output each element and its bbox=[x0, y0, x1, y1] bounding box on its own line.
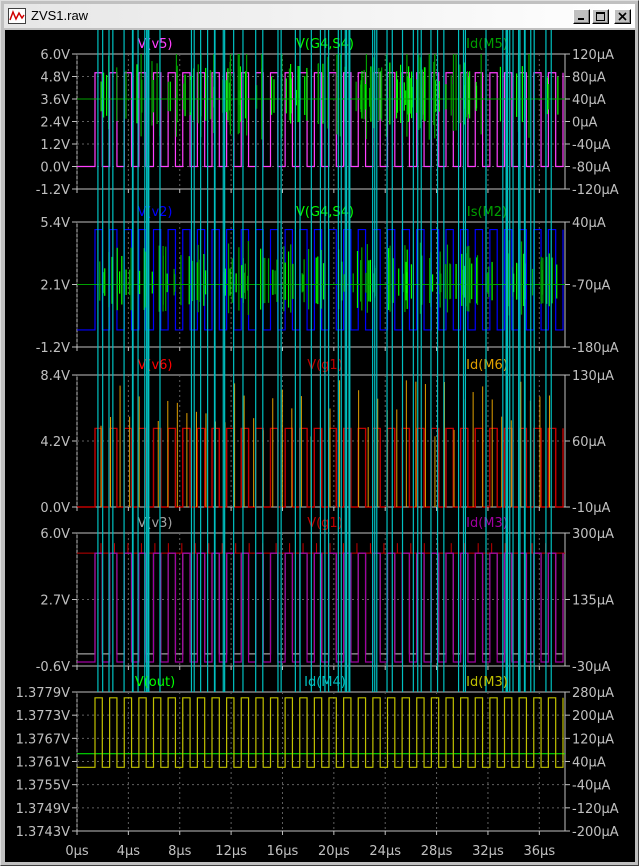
plot-frame bbox=[76, 691, 566, 832]
plot-canvas[interactable]: 6.0V 4.8V 3.6V 2.4V 1.2V 0.0V -1.2V 120µA 80µA 40… bbox=[5, 30, 635, 862]
legend-label: Id(M6) bbox=[466, 358, 508, 373]
plot-area[interactable]: 6.0V 4.8V 3.6V 2.4V 1.2V 0.0V -1.2V 120µA 80µA 40… bbox=[5, 30, 635, 862]
x-axis-tick-label: 12µs bbox=[215, 844, 247, 859]
right-axis-tick-label: 120µA bbox=[572, 48, 614, 63]
close-icon bbox=[618, 12, 627, 21]
series-trace-Id(M3) bbox=[77, 697, 564, 768]
legend-label: V(v3) bbox=[137, 516, 172, 531]
left-axis-tick-label: 1.3779V bbox=[16, 686, 70, 701]
right-axis-tick-label: 130µA bbox=[572, 369, 614, 384]
left-axis-tick-label: 8.4V bbox=[40, 369, 70, 384]
legend-label: V(v5) bbox=[137, 37, 172, 52]
right-axis-tick-label: -80µA bbox=[572, 161, 611, 176]
right-axis-tick-label: -120µA bbox=[572, 802, 619, 817]
left-axis-tick-label: -1.2V bbox=[36, 183, 70, 198]
x-axis-tick-label: 24µs bbox=[369, 844, 401, 859]
left-axis-tick-label: 4.2V bbox=[40, 435, 70, 450]
legend-label: V(out) bbox=[135, 675, 175, 690]
right-axis-tick-label: -40µA bbox=[572, 779, 611, 794]
right-axis-tick-label: -40µA bbox=[572, 138, 611, 153]
right-axis-tick-label: 40µA bbox=[572, 756, 606, 771]
right-axis-tick-label: -180µA bbox=[572, 341, 619, 356]
left-axis-tick-label: 1.3761V bbox=[16, 756, 70, 771]
left-axis-tick-label: 6.0V bbox=[40, 48, 70, 63]
left-axis-tick-label: 2.7V bbox=[40, 594, 70, 609]
minimize-button[interactable] bbox=[573, 9, 590, 24]
left-axis-tick-label: 1.3755V bbox=[16, 779, 70, 794]
left-axis-tick-label: 3.6V bbox=[40, 93, 70, 108]
left-axis-tick-label: 0.0V bbox=[40, 161, 70, 176]
legend-label: V(v2) bbox=[137, 205, 172, 220]
waveform-window: ZVS1.raw 6.0V 4.8V 3.6V 2.4V 1.2V 0.0V -1.2V 12… bbox=[0, 0, 639, 866]
x-axis-tick-label: 20µs bbox=[318, 844, 350, 859]
x-axis-tick-label: 0µs bbox=[65, 844, 89, 859]
right-axis-tick-label: 40µA bbox=[572, 93, 606, 108]
right-axis-tick-label: 80µA bbox=[572, 71, 606, 86]
close-button[interactable] bbox=[614, 9, 631, 24]
legend-label: V(v6) bbox=[137, 358, 172, 373]
left-axis-tick-label: 5.4V bbox=[40, 216, 70, 231]
left-axis-tick-label: 1.3743V bbox=[16, 825, 70, 840]
left-axis-tick-label: 2.4V bbox=[40, 116, 70, 131]
right-axis-tick-label: 135µA bbox=[572, 594, 614, 609]
right-axis-tick-label: 0µA bbox=[572, 116, 598, 131]
legend-label: Id(M4) bbox=[304, 675, 346, 690]
right-axis-tick-label: 40µA bbox=[572, 216, 606, 231]
minimize-icon bbox=[578, 18, 584, 20]
legend-label: Id(M3) bbox=[466, 516, 508, 531]
waveform-app-icon bbox=[8, 8, 26, 24]
title-bar[interactable]: ZVS1.raw bbox=[4, 4, 635, 28]
left-axis-tick-label: 0.0V bbox=[40, 501, 70, 516]
legend-label: Id(M5) bbox=[466, 37, 508, 52]
right-axis-tick-label: 60µA bbox=[572, 435, 606, 450]
x-axis-tick-label: 32µs bbox=[472, 844, 504, 859]
legend-label: Is(M2) bbox=[467, 205, 507, 220]
maximize-button[interactable] bbox=[592, 9, 609, 24]
left-axis-tick-label: 6.0V bbox=[40, 527, 70, 542]
right-axis-tick-label: -200µA bbox=[572, 825, 619, 840]
x-axis-tick-label: 36µs bbox=[524, 844, 556, 859]
x-axis-tick-label: 4µs bbox=[117, 844, 141, 859]
left-axis-tick-label: 1.3773V bbox=[16, 709, 70, 724]
right-axis-tick-label: 120µA bbox=[572, 732, 614, 747]
x-axis-tick-label: 28µs bbox=[421, 844, 453, 859]
left-axis-tick-label: 1.2V bbox=[40, 138, 70, 153]
left-axis-tick-label: -1.2V bbox=[36, 341, 70, 356]
maximize-icon bbox=[596, 12, 605, 21]
right-axis-tick-label: -70µA bbox=[572, 279, 611, 294]
left-axis-tick-label: 1.3749V bbox=[16, 802, 70, 817]
left-axis-tick-label: -0.6V bbox=[36, 660, 70, 675]
right-axis-tick-label: -120µA bbox=[572, 183, 619, 198]
left-axis-tick-label: 1.3767V bbox=[16, 732, 70, 747]
right-axis-tick-label: 300µA bbox=[572, 527, 614, 542]
right-axis-tick-label: 280µA bbox=[572, 686, 614, 701]
right-axis-tick-label: -30µA bbox=[572, 660, 611, 675]
left-axis-tick-label: 4.8V bbox=[40, 71, 70, 86]
right-axis-tick-label: 200µA bbox=[572, 709, 614, 724]
x-axis-tick-label: 8µs bbox=[168, 844, 192, 859]
left-axis-tick-label: 2.1V bbox=[40, 279, 70, 294]
window-title: ZVS1.raw bbox=[31, 8, 89, 23]
chart-panel-5 bbox=[72, 30, 570, 835]
legend-label: Id(M3) bbox=[466, 675, 508, 690]
x-axis-tick-label: 16µs bbox=[267, 844, 299, 859]
right-axis-tick-label: -10µA bbox=[572, 501, 611, 516]
